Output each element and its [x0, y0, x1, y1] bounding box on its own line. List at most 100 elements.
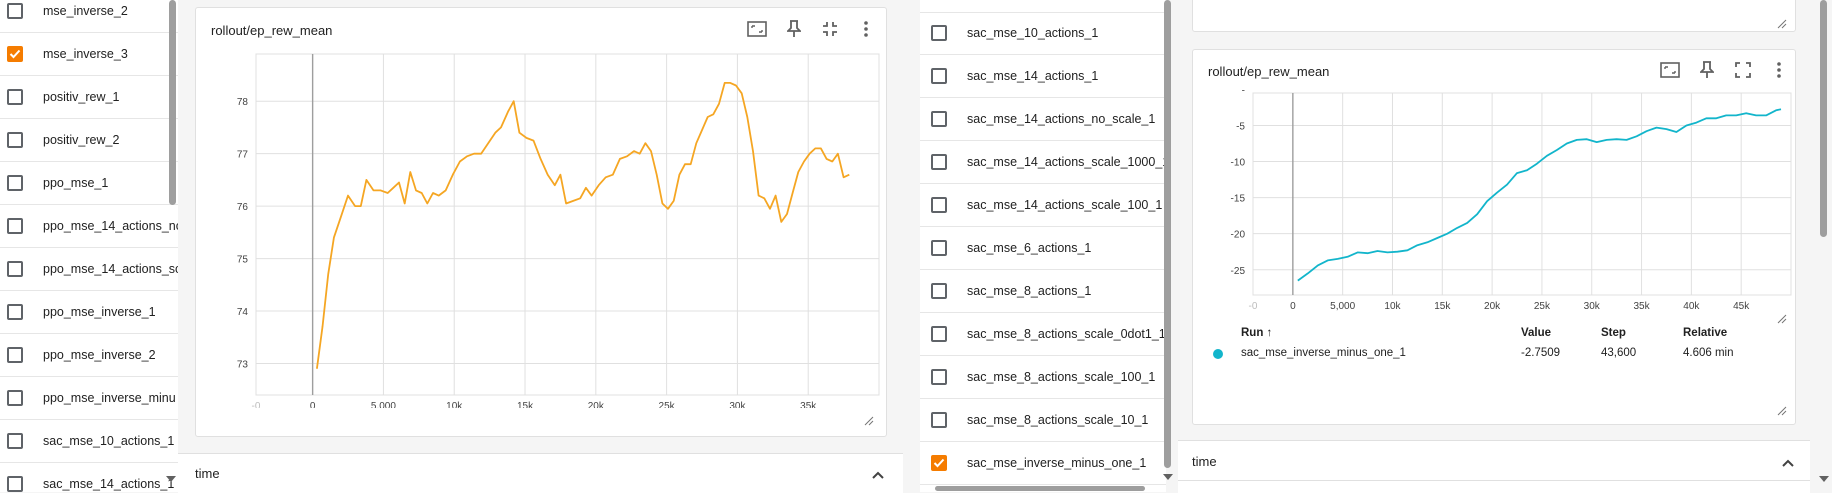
pin-icon[interactable]	[783, 18, 805, 40]
x-tick-label: 10k	[1384, 301, 1401, 312]
check-icon	[933, 458, 945, 467]
run-row[interactable]: sac_mse_14_actions_scale_100_1	[920, 183, 1166, 227]
run-label: ppo_mse_inverse_minu	[43, 390, 176, 405]
run-checkbox[interactable]	[7, 346, 23, 363]
scroll-down-arrow-icon[interactable]	[1163, 474, 1173, 480]
right-run-list-vertical-scrollbar[interactable]	[1164, 0, 1171, 468]
run-row[interactable]: ppo_mse_inverse_minu	[0, 376, 178, 420]
table-header-step[interactable]: Step	[1601, 327, 1626, 339]
more-vert-icon[interactable]	[1768, 59, 1790, 81]
run-row[interactable]: positiv_rew_2	[0, 118, 178, 162]
run-row[interactable]: sac_mse_14_actions_no_scale_1	[920, 97, 1166, 141]
x-tick-label: 30k	[1584, 301, 1601, 312]
run-checkbox[interactable]	[931, 24, 947, 41]
table-header-value[interactable]: Value	[1521, 327, 1551, 339]
right-run-list-horizontal-scrollbar[interactable]	[935, 486, 1145, 491]
run-checkbox[interactable]	[7, 45, 23, 62]
run-checkbox[interactable]	[7, 432, 23, 449]
run-label: sac_mse_6_actions_1	[967, 240, 1092, 255]
run-row[interactable]: mse_inverse_2	[0, 0, 178, 33]
run-row[interactable]: sac_mse_8_actions_scale_10_1	[920, 398, 1166, 442]
run-row[interactable]: ppo_mse_14_actions_sc	[0, 247, 178, 291]
check-icon	[9, 49, 21, 58]
run-checkbox[interactable]	[931, 325, 947, 342]
run-label: ppo_mse_inverse_2	[43, 347, 156, 362]
run-row[interactable]: sac_mse_10_actions_1	[0, 419, 178, 463]
run-row[interactable]: positiv_rew_1	[0, 75, 178, 119]
resize-handle-icon[interactable]	[1777, 403, 1787, 421]
scroll-down-arrow-icon[interactable]	[1819, 476, 1829, 482]
resize-handle-icon[interactable]	[1777, 311, 1787, 329]
run-row[interactable]: sac_mse_8_actions_1	[920, 269, 1166, 313]
run-label: mse_inverse_3	[43, 46, 128, 61]
run-checkbox[interactable]	[931, 67, 947, 84]
run-label: sac_mse_14_actions_no_scale_1	[967, 111, 1156, 126]
x-tick-label: 40k	[1683, 301, 1700, 312]
run-row[interactable]: sac_mse_14_actions_1	[920, 54, 1166, 98]
left-run-list-scrollbar[interactable]	[169, 0, 176, 205]
page-scrollbar[interactable]	[1820, 0, 1827, 237]
run-checkbox[interactable]	[931, 196, 947, 213]
run-checkbox[interactable]	[931, 239, 947, 256]
run-checkbox[interactable]	[7, 217, 23, 234]
x-tick-label: -0	[252, 401, 261, 408]
run-checkbox[interactable]	[931, 411, 947, 428]
run-checkbox[interactable]	[7, 475, 23, 492]
run-row[interactable]: sac_mse_14_actions_1	[0, 462, 178, 492]
run-checkbox[interactable]	[931, 454, 947, 471]
run-checkbox[interactable]	[7, 131, 23, 148]
x-tick-label: 35k	[1633, 301, 1650, 312]
run-row[interactable]: sac_mse_8_actions_scale_0dot1_1	[920, 312, 1166, 356]
run-checkbox[interactable]	[931, 110, 947, 127]
x-tick-label: 10k	[446, 401, 463, 408]
run-row[interactable]: sac_mse_8_actions_scale_100_1	[920, 355, 1166, 399]
left-time-section[interactable]: time	[178, 453, 903, 493]
run-row[interactable]: sac_mse_10_actions_1	[920, 11, 1166, 55]
run-row[interactable]: mse_inverse_3	[0, 32, 178, 76]
run-row[interactable]: ppo_mse_1	[0, 161, 178, 205]
fit-domain-icon[interactable]	[1659, 59, 1681, 81]
run-checkbox[interactable]	[7, 303, 23, 320]
run-checkbox[interactable]	[7, 260, 23, 277]
run-label: ppo_mse_14_actions_nc	[43, 218, 178, 233]
x-tick-label: 45k	[1733, 301, 1750, 312]
run-row[interactable]: ppo_mse_inverse_2	[0, 333, 178, 377]
resize-handle-icon[interactable]	[1777, 16, 1787, 34]
scroll-down-arrow-icon[interactable]	[166, 476, 176, 482]
run-checkbox[interactable]	[7, 174, 23, 191]
run-checkbox[interactable]	[931, 368, 947, 385]
run-row[interactable]: sac_mse_inverse_minus_one_1	[920, 441, 1166, 485]
run-row[interactable]: sac_mse_14_actions_scale_1000_1	[920, 140, 1166, 184]
run-row[interactable]: ppo_mse_inverse_1	[0, 290, 178, 334]
run-row[interactable]: sac_mse_6_actions_1	[920, 226, 1166, 270]
chevron-up-icon[interactable]	[871, 467, 885, 485]
run-checkbox[interactable]	[7, 2, 23, 19]
run-label: positiv_rew_1	[43, 89, 120, 104]
run-label: sac_mse_8_actions_scale_100_1	[967, 369, 1156, 384]
expand-icon[interactable]	[1732, 59, 1754, 81]
right-time-section[interactable]: time	[1178, 440, 1810, 481]
table-header-relative[interactable]: Relative	[1683, 327, 1727, 339]
y-tick-label: -	[1242, 88, 1245, 96]
run-checkbox[interactable]	[931, 153, 947, 170]
section-title: time	[1192, 454, 1217, 469]
table-header-run[interactable]: Run ↑	[1241, 327, 1272, 339]
chevron-up-icon[interactable]	[1781, 455, 1795, 473]
run-checkbox[interactable]	[7, 389, 23, 406]
resize-handle-icon[interactable]	[864, 413, 874, 426]
run-row[interactable]: ppo_mse_14_actions_nc	[0, 204, 178, 248]
right-line-chart[interactable]: - -5 -10 -15 -20 -25 -0 0 5,000 10k 15k 20k 25k 30k 35…	[1193, 88, 1795, 320]
run-label: mse_inverse_2	[43, 3, 128, 18]
run-checkbox[interactable]	[7, 88, 23, 105]
right-chart-card: rollout/ep_rew_mean - -5 -10 -15 -20 -25 -0 0 5,…	[1192, 49, 1796, 425]
collapse-icon[interactable]	[819, 18, 841, 40]
x-tick-label: -0	[1249, 301, 1258, 312]
more-vert-icon[interactable]	[855, 18, 877, 40]
pin-icon[interactable]	[1696, 59, 1718, 81]
x-tick-label: 15k	[517, 401, 534, 408]
x-tick-label: 25k	[659, 401, 676, 408]
fit-domain-icon[interactable]	[746, 18, 768, 40]
run-checkbox[interactable]	[931, 282, 947, 299]
x-tick-label: 30k	[729, 401, 746, 408]
left-line-chart[interactable]: 73 74 75 76 77 78 -0 0 5,000 10k 15k 20k 25k 30k 35k	[196, 48, 886, 408]
